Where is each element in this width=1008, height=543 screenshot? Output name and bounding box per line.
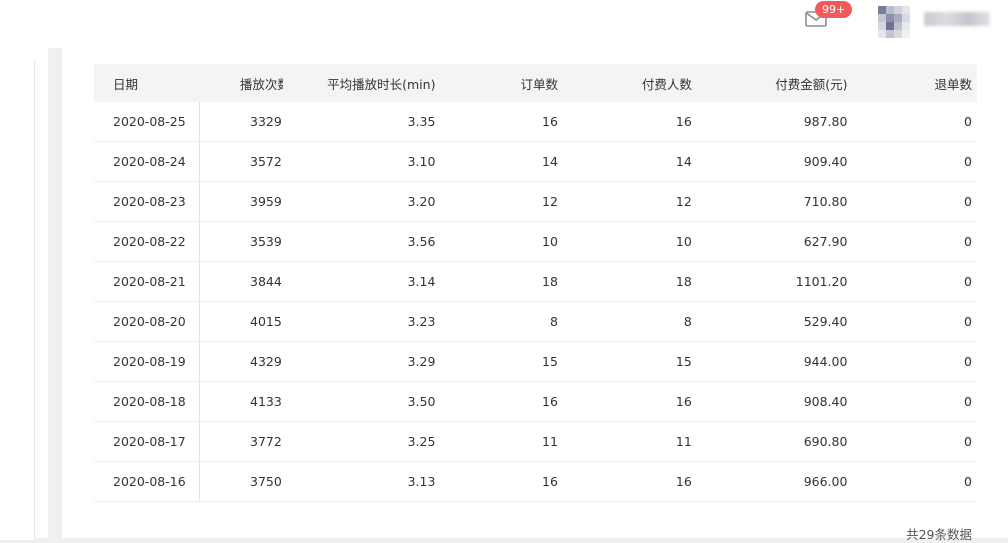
cell-orders: 12 bbox=[438, 181, 563, 222]
data-card: 日期 播放次数 平均播放时长(min) 订单数 付费人数 付费金额(元) 退单数… bbox=[62, 48, 1008, 542]
col-header-avg-duration[interactable]: 平均播放时长(min) bbox=[282, 64, 439, 102]
cell-amount: 909.40 bbox=[697, 141, 854, 182]
cell-plays: 3329 bbox=[199, 102, 283, 142]
table-row: 2020-08-25 3329 3.35 16 16 987.80 0 bbox=[94, 102, 977, 142]
cell-plays: 4015 bbox=[199, 301, 283, 342]
top-bar: 99+ bbox=[0, 0, 1008, 48]
cell-orders: 18 bbox=[438, 261, 563, 302]
left-panel-inner bbox=[0, 60, 35, 540]
cell-amount: 908.40 bbox=[697, 381, 854, 422]
cell-avg-duration: 3.20 bbox=[282, 181, 439, 222]
cell-avg-duration: 3.25 bbox=[282, 421, 439, 462]
table-row: 2020-08-22 3539 3.56 10 10 627.90 0 bbox=[94, 221, 977, 262]
cell-avg-duration: 3.29 bbox=[282, 341, 439, 382]
cell-payers: 8 bbox=[562, 301, 698, 342]
cell-date: 2020-08-21 bbox=[94, 261, 201, 302]
cell-date: 2020-08-18 bbox=[94, 381, 201, 422]
cell-amount: 944.00 bbox=[697, 341, 854, 382]
table-row: 2020-08-21 3844 3.14 18 18 1101.20 0 bbox=[94, 261, 977, 302]
cell-plays: 3959 bbox=[199, 181, 283, 222]
table-row: 2020-08-24 3572 3.10 14 14 909.40 0 bbox=[94, 141, 977, 182]
data-table: 日期 播放次数 平均播放时长(min) 订单数 付费人数 付费金额(元) 退单数… bbox=[94, 64, 977, 502]
col-header-payers[interactable]: 付费人数 bbox=[562, 64, 698, 102]
table-header-row: 日期 播放次数 平均播放时长(min) 订单数 付费人数 付费金额(元) 退单数 bbox=[94, 64, 977, 102]
cell-payers: 11 bbox=[562, 421, 698, 462]
cell-amount: 690.80 bbox=[697, 421, 854, 462]
cell-avg-duration: 3.10 bbox=[282, 141, 439, 182]
cell-avg-duration: 3.35 bbox=[282, 102, 439, 142]
cell-orders: 10 bbox=[438, 221, 563, 262]
cell-avg-duration: 3.50 bbox=[282, 381, 439, 422]
cell-orders: 16 bbox=[438, 461, 563, 502]
cell-plays: 3750 bbox=[199, 461, 283, 502]
cell-avg-duration: 3.14 bbox=[282, 261, 439, 302]
cell-avg-duration: 3.56 bbox=[282, 221, 439, 262]
col-header-orders[interactable]: 订单数 bbox=[438, 64, 563, 102]
cell-payers: 16 bbox=[562, 461, 698, 502]
col-header-plays-label: 播放次数 bbox=[239, 76, 283, 92]
cell-payers: 16 bbox=[562, 102, 698, 142]
table-row: 2020-08-23 3959 3.20 12 12 710.80 0 bbox=[94, 181, 977, 222]
cell-refunds: 0 bbox=[853, 261, 977, 302]
cell-refunds: 0 bbox=[853, 102, 977, 142]
cell-refunds: 0 bbox=[853, 181, 977, 222]
cell-refunds: 0 bbox=[853, 341, 977, 382]
cell-orders: 15 bbox=[438, 341, 563, 382]
cell-refunds: 0 bbox=[853, 141, 977, 182]
cell-avg-duration: 3.13 bbox=[282, 461, 439, 502]
cell-amount: 1101.20 bbox=[697, 261, 854, 302]
cell-date: 2020-08-17 bbox=[94, 421, 201, 462]
cell-plays: 4133 bbox=[199, 381, 283, 422]
cell-date: 2020-08-22 bbox=[94, 221, 201, 262]
col-header-amount[interactable]: 付费金额(元) bbox=[697, 64, 854, 102]
cell-amount: 987.80 bbox=[697, 102, 854, 142]
total-count: 共29条数据 bbox=[906, 527, 972, 542]
cell-orders: 16 bbox=[438, 381, 563, 422]
cell-amount: 710.80 bbox=[697, 181, 854, 222]
cell-orders: 14 bbox=[438, 141, 563, 182]
cell-payers: 10 bbox=[562, 221, 698, 262]
table-row: 2020-08-20 4015 3.23 8 8 529.40 0 bbox=[94, 301, 977, 342]
cell-plays: 3539 bbox=[199, 221, 283, 262]
table-row: 2020-08-19 4329 3.29 15 15 944.00 0 bbox=[94, 341, 977, 382]
cell-amount: 966.00 bbox=[697, 461, 854, 502]
col-header-date[interactable]: 日期 bbox=[94, 64, 200, 102]
cell-date: 2020-08-20 bbox=[94, 301, 201, 342]
cell-avg-duration: 3.23 bbox=[282, 301, 439, 342]
cell-refunds: 0 bbox=[853, 221, 977, 262]
cell-orders: 16 bbox=[438, 102, 563, 142]
cell-refunds: 0 bbox=[853, 421, 977, 462]
cell-refunds: 0 bbox=[853, 381, 977, 422]
cell-payers: 14 bbox=[562, 141, 698, 182]
cell-payers: 15 bbox=[562, 341, 698, 382]
cell-plays: 3844 bbox=[199, 261, 283, 302]
cell-refunds: 0 bbox=[853, 301, 977, 342]
cell-date: 2020-08-24 bbox=[94, 141, 201, 182]
cell-date: 2020-08-16 bbox=[94, 461, 201, 502]
cell-plays: 3572 bbox=[199, 141, 283, 182]
avatar[interactable] bbox=[878, 6, 910, 38]
notification-badge[interactable]: 99+ bbox=[815, 1, 853, 18]
col-header-plays[interactable]: 播放次数 bbox=[199, 64, 283, 102]
cell-amount: 627.90 bbox=[697, 221, 854, 262]
cell-plays: 4329 bbox=[199, 341, 283, 382]
cell-orders: 11 bbox=[438, 421, 563, 462]
cell-plays: 3772 bbox=[199, 421, 283, 462]
cell-payers: 12 bbox=[562, 181, 698, 222]
col-header-refunds[interactable]: 退单数 bbox=[853, 64, 977, 102]
cell-date: 2020-08-25 bbox=[94, 102, 201, 142]
table-row: 2020-08-18 4133 3.50 16 16 908.40 0 bbox=[94, 381, 977, 422]
cell-date: 2020-08-23 bbox=[94, 181, 201, 222]
table-row: 2020-08-17 3772 3.25 11 11 690.80 0 bbox=[94, 421, 977, 462]
cell-orders: 8 bbox=[438, 301, 563, 342]
cell-payers: 16 bbox=[562, 381, 698, 422]
cell-refunds: 0 bbox=[853, 461, 977, 502]
table-row: 2020-08-16 3750 3.13 16 16 966.00 0 bbox=[94, 461, 977, 502]
cell-date: 2020-08-19 bbox=[94, 341, 201, 382]
cell-payers: 18 bbox=[562, 261, 698, 302]
username[interactable] bbox=[924, 12, 990, 26]
left-panel bbox=[0, 48, 48, 540]
cell-amount: 529.40 bbox=[697, 301, 854, 342]
